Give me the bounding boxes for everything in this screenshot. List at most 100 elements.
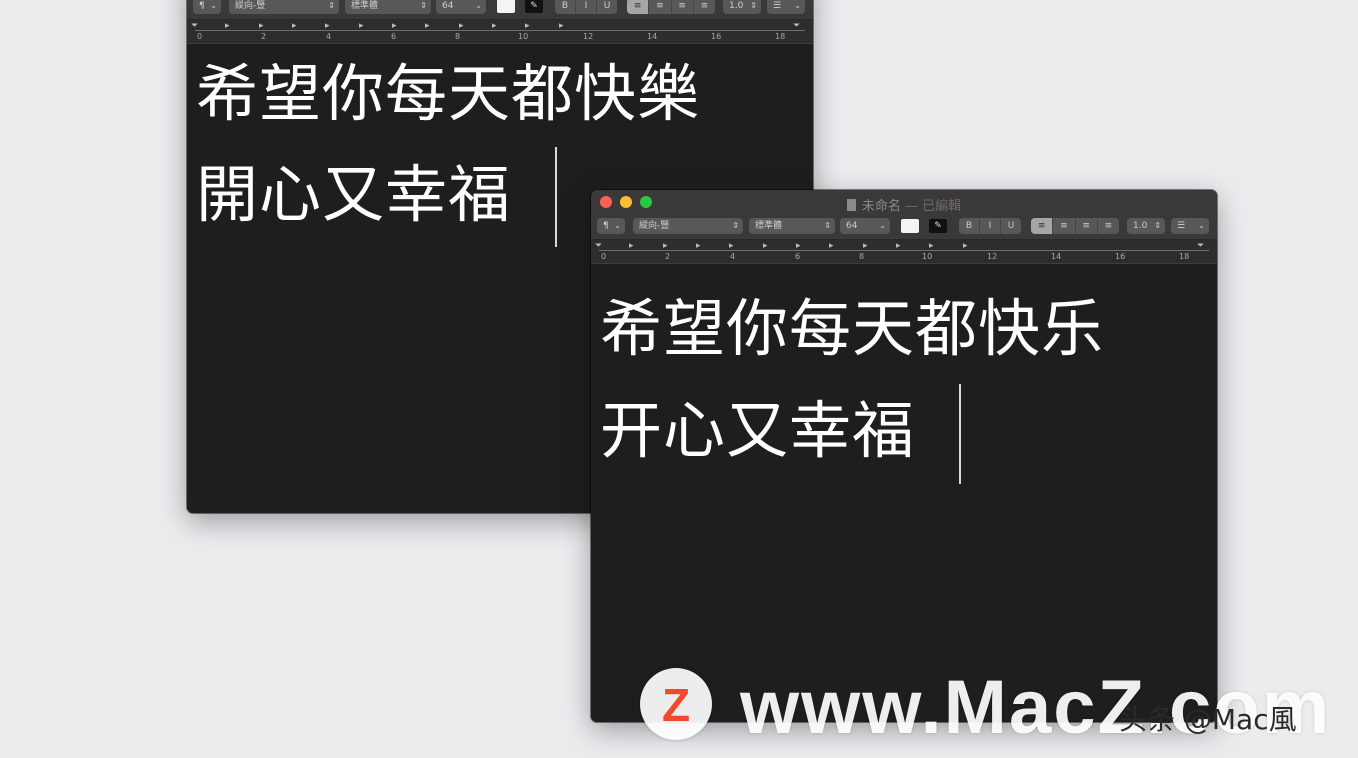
chevron-down-icon: ⌄: [879, 221, 886, 230]
bold-button[interactable]: B: [555, 0, 576, 14]
stepper-icon: ⇕: [824, 221, 831, 230]
align-left-icon[interactable]: ≡: [1031, 218, 1054, 234]
tab-stop-icon[interactable]: ▸: [629, 241, 634, 251]
list-style-select[interactable]: ☰ ⌄: [1171, 218, 1209, 234]
tab-stop-icon[interactable]: ▸: [492, 21, 497, 31]
tab-stop-icon[interactable]: ▸: [896, 241, 901, 251]
text-caret: [959, 384, 961, 484]
tab-stop-icon[interactable]: ▸: [963, 241, 968, 251]
text-caret: [555, 147, 557, 247]
align-center-icon[interactable]: ≡: [649, 0, 672, 14]
right-margin-icon[interactable]: ⏷: [793, 21, 800, 31]
text-line-1: 希望你每天都快乐: [600, 292, 1105, 365]
tab-stop-icon[interactable]: ▸: [929, 241, 934, 251]
align-right-icon[interactable]: ≡: [672, 0, 694, 14]
align-justify-icon[interactable]: ≡: [1098, 218, 1119, 234]
alignment-buttons: ≡ ≡ ≡ ≡: [1031, 218, 1119, 234]
text-line-2: 开心又幸福: [600, 394, 916, 467]
tab-stop-icon[interactable]: ▸: [525, 21, 530, 31]
tab-stop-icon[interactable]: ▸: [829, 241, 834, 251]
background-color-swatch[interactable]: ✎: [525, 0, 543, 13]
tab-stop-icon[interactable]: ▸: [729, 241, 734, 251]
edited-status: — 已編輯: [905, 199, 962, 214]
tab-stop-icon[interactable]: ▸: [425, 21, 430, 31]
line-spacing-select[interactable]: 1.0 ⇕: [1127, 218, 1165, 234]
chevron-down-icon: ⌄: [1198, 221, 1205, 230]
tab-stop-icon[interactable]: ▸: [225, 21, 230, 31]
chevron-down-icon: ⌄: [475, 1, 482, 10]
ruler-number: 6: [391, 32, 397, 41]
font-family-label: 縱向-豎: [639, 221, 670, 231]
ruler-number: 12: [583, 32, 594, 41]
ruler[interactable]: ⏷ ▸ ▸ ▸ ▸ ▸ ▸ ▸ ▸ ▸ ▸ ▸ ⏷ 0 2 4 6 8 10 1…: [187, 20, 813, 44]
align-right-icon[interactable]: ≡: [1076, 218, 1098, 234]
bold-button[interactable]: B: [959, 218, 980, 234]
paragraph-style-label: ¶: [199, 1, 205, 11]
stepper-icon: ⇕: [420, 1, 427, 10]
ruler-number: 8: [859, 252, 865, 261]
text-line-1: 希望你每天都快樂: [196, 57, 701, 130]
align-left-icon[interactable]: ≡: [627, 0, 650, 14]
typeface-label: 標準體: [755, 221, 783, 231]
background-color-swatch[interactable]: ✎: [929, 219, 947, 233]
chevron-down-icon: ⌄: [614, 221, 621, 230]
font-family-select[interactable]: 縱向-豎 ⇕: [633, 218, 743, 234]
indent-marker-icon[interactable]: ⏷: [595, 241, 602, 251]
line-spacing-select[interactable]: 1.0 ⇕: [723, 0, 761, 14]
paragraph-style-menu[interactable]: ¶ ⌄: [193, 0, 221, 14]
font-family-label: 縱向-豎: [235, 1, 266, 11]
right-margin-icon[interactable]: ⏷: [1197, 241, 1204, 251]
tab-stop-icon[interactable]: ▸: [763, 241, 768, 251]
tab-stop-icon[interactable]: ▸: [359, 21, 364, 31]
ruler[interactable]: ⏷ ▸ ▸ ▸ ▸ ▸ ▸ ▸ ▸ ▸ ▸ ▸ ⏷ 0 2 4 6 8 10 1…: [591, 240, 1217, 264]
indent-marker-icon[interactable]: ⏷: [191, 21, 198, 31]
tab-stop-icon[interactable]: ▸: [392, 21, 397, 31]
text-color-swatch[interactable]: [497, 0, 515, 13]
ruler-number: 2: [261, 32, 267, 41]
font-family-select[interactable]: 縱向-豎 ⇕: [229, 0, 339, 14]
tab-stop-icon[interactable]: ▸: [796, 241, 801, 251]
ruler-number: 12: [987, 252, 998, 261]
ruler-number: 14: [1051, 252, 1062, 261]
typeface-select[interactable]: 標準體 ⇕: [345, 0, 431, 14]
italic-button[interactable]: I: [576, 0, 597, 14]
format-toolbar: ¶ ⌄ 縱向-豎 ⇕ 標準體 ⇕ 64 ⌄ ✎ B I U ≡ ≡ ≡ ≡ 1.0 ⇕ ☰…: [187, 0, 813, 20]
tab-stop-icon[interactable]: ▸: [259, 21, 264, 31]
tab-stop-icon[interactable]: ▸: [863, 241, 868, 251]
alignment-buttons: ≡ ≡ ≡ ≡: [627, 0, 715, 14]
ruler-number: 4: [730, 252, 736, 261]
textedit-window-simplified: 未命名 — 已編輯 ¶ ⌄ 縱向-豎 ⇕ 標準體 ⇕ 64 ⌄ ✎ B I U ≡ ≡ …: [591, 190, 1217, 722]
tab-stop-icon[interactable]: ▸: [696, 241, 701, 251]
tab-stop-icon[interactable]: ▸: [459, 21, 464, 31]
format-toolbar: ¶ ⌄ 縱向-豎 ⇕ 標準體 ⇕ 64 ⌄ ✎ B I U ≡ ≡ ≡ ≡ 1.0 ⇕ ☰…: [591, 215, 1217, 240]
align-justify-icon[interactable]: ≡: [694, 0, 715, 14]
ruler-number: 6: [795, 252, 801, 261]
list-style-select[interactable]: ☰ ⌄: [767, 0, 805, 14]
macz-logo: Z: [640, 668, 712, 740]
italic-button[interactable]: I: [980, 218, 1001, 234]
text-line-2: 開心又幸福: [196, 158, 512, 231]
title-bar[interactable]: 未命名 — 已編輯: [591, 190, 1217, 215]
underline-button[interactable]: U: [597, 0, 617, 14]
list-style-label: ☰: [1177, 221, 1186, 231]
tab-stop-icon[interactable]: ▸: [292, 21, 297, 31]
tab-stop-icon[interactable]: ▸: [325, 21, 330, 31]
logo-letter: Z: [661, 679, 691, 731]
author-credit: 头条 @Mac風: [1119, 703, 1297, 736]
text-area[interactable]: 希望你每天都快乐 开心又幸福: [591, 264, 1217, 722]
line-spacing-label: 1.0: [1133, 221, 1148, 231]
ruler-number: 2: [665, 252, 671, 261]
font-size-select[interactable]: 64 ⌄: [840, 218, 890, 234]
window-title-name: 未命名: [861, 199, 901, 214]
ruler-number: 10: [518, 32, 529, 41]
font-size-select[interactable]: 64 ⌄: [436, 0, 486, 14]
underline-button[interactable]: U: [1001, 218, 1021, 234]
align-center-icon[interactable]: ≡: [1053, 218, 1076, 234]
text-color-swatch[interactable]: [901, 219, 919, 233]
tab-stop-icon[interactable]: ▸: [559, 21, 564, 31]
ruler-number: 16: [711, 32, 722, 41]
typeface-select[interactable]: 標準體 ⇕: [749, 218, 835, 234]
paragraph-style-menu[interactable]: ¶ ⌄: [597, 218, 625, 234]
tab-stop-icon[interactable]: ▸: [663, 241, 668, 251]
font-size-label: 64: [846, 221, 858, 231]
